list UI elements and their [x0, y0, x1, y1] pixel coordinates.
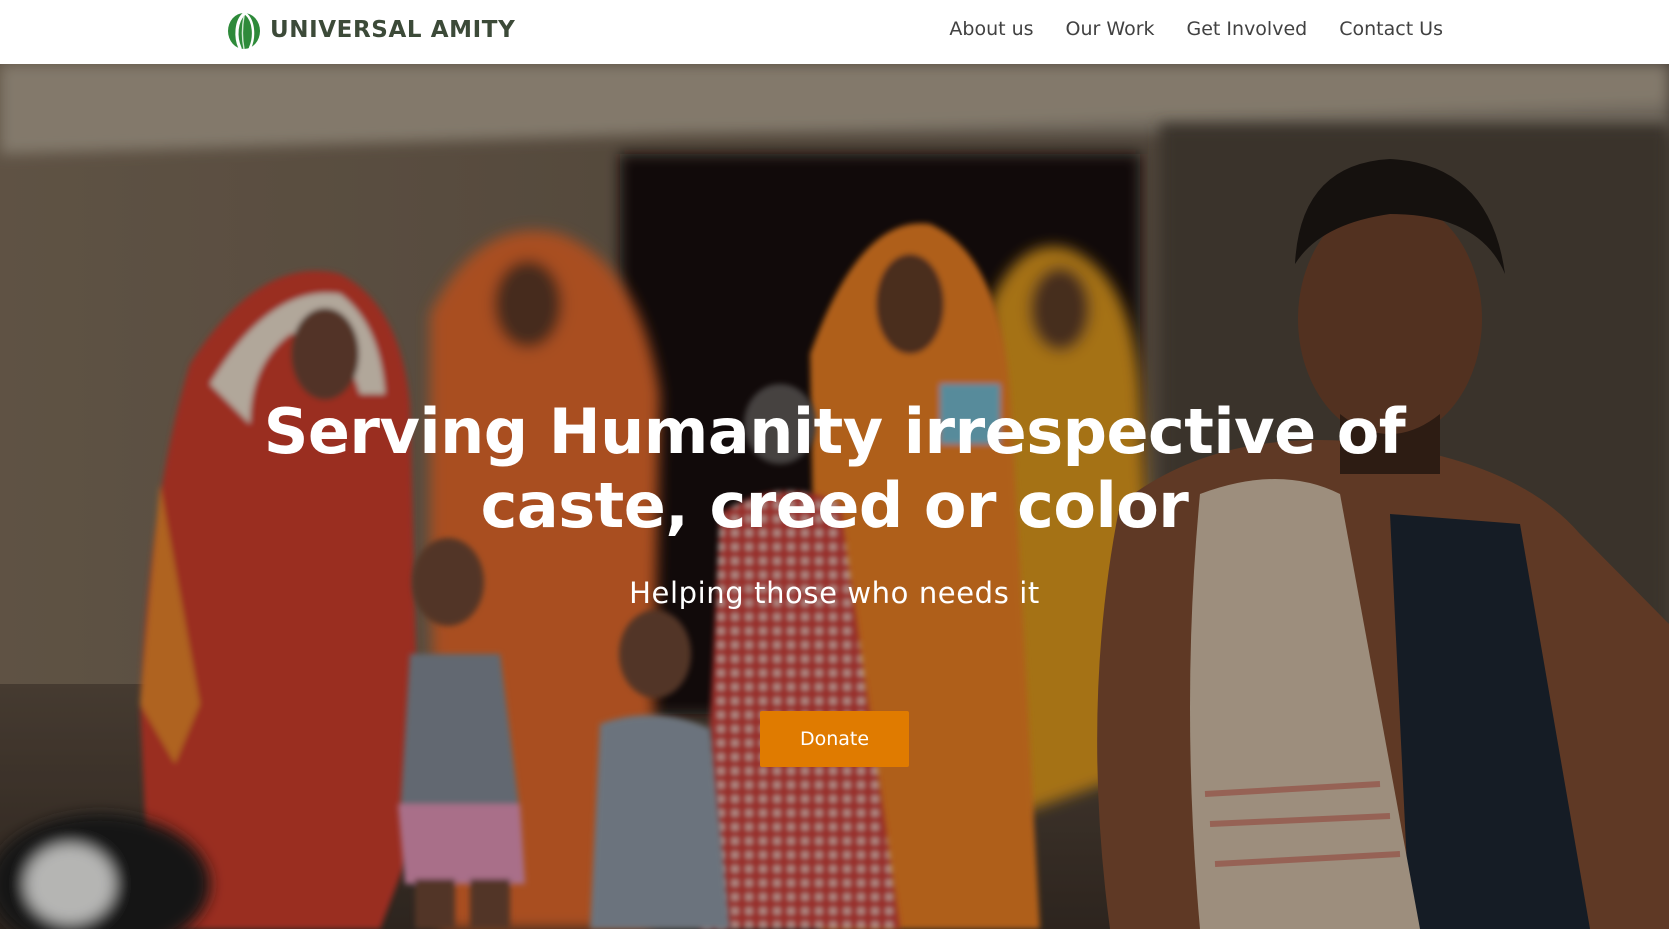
- donate-button[interactable]: Donate: [760, 711, 909, 767]
- nav-item-contact: Contact Us: [1339, 18, 1443, 40]
- hero-section: Serving Humanity irrespective of caste, …: [0, 64, 1669, 929]
- hero-subtitle: Helping those who needs it: [629, 576, 1040, 610]
- nav-item-involved: Get Involved: [1187, 18, 1308, 40]
- page: UNIVERSAL AMITY About us Our Work Get In…: [0, 0, 1669, 929]
- brand-name: UNIVERSAL AMITY: [270, 17, 516, 43]
- nav-item-work: Our Work: [1066, 18, 1155, 40]
- leaf-logo-icon: [228, 12, 260, 50]
- nav-link-get-involved[interactable]: Get Involved: [1187, 18, 1308, 40]
- hero-title-line-1: Serving Humanity irrespective of: [263, 395, 1406, 468]
- nav-link-our-work[interactable]: Our Work: [1066, 18, 1155, 40]
- navbar: UNIVERSAL AMITY About us Our Work Get In…: [0, 0, 1669, 64]
- brand-home-link[interactable]: UNIVERSAL AMITY: [225, 8, 515, 52]
- nav-link-about-us[interactable]: About us: [949, 18, 1033, 40]
- main-nav: About us Our Work Get Involved Contact U…: [917, 18, 1443, 40]
- hero-title: Serving Humanity irrespective of caste, …: [0, 395, 1669, 543]
- nav-link-contact-us[interactable]: Contact Us: [1339, 18, 1443, 40]
- nav-item-about: About us: [949, 18, 1033, 40]
- hero-content: Serving Humanity irrespective of caste, …: [0, 64, 1669, 929]
- hero-title-line-2: caste, creed or color: [480, 469, 1189, 542]
